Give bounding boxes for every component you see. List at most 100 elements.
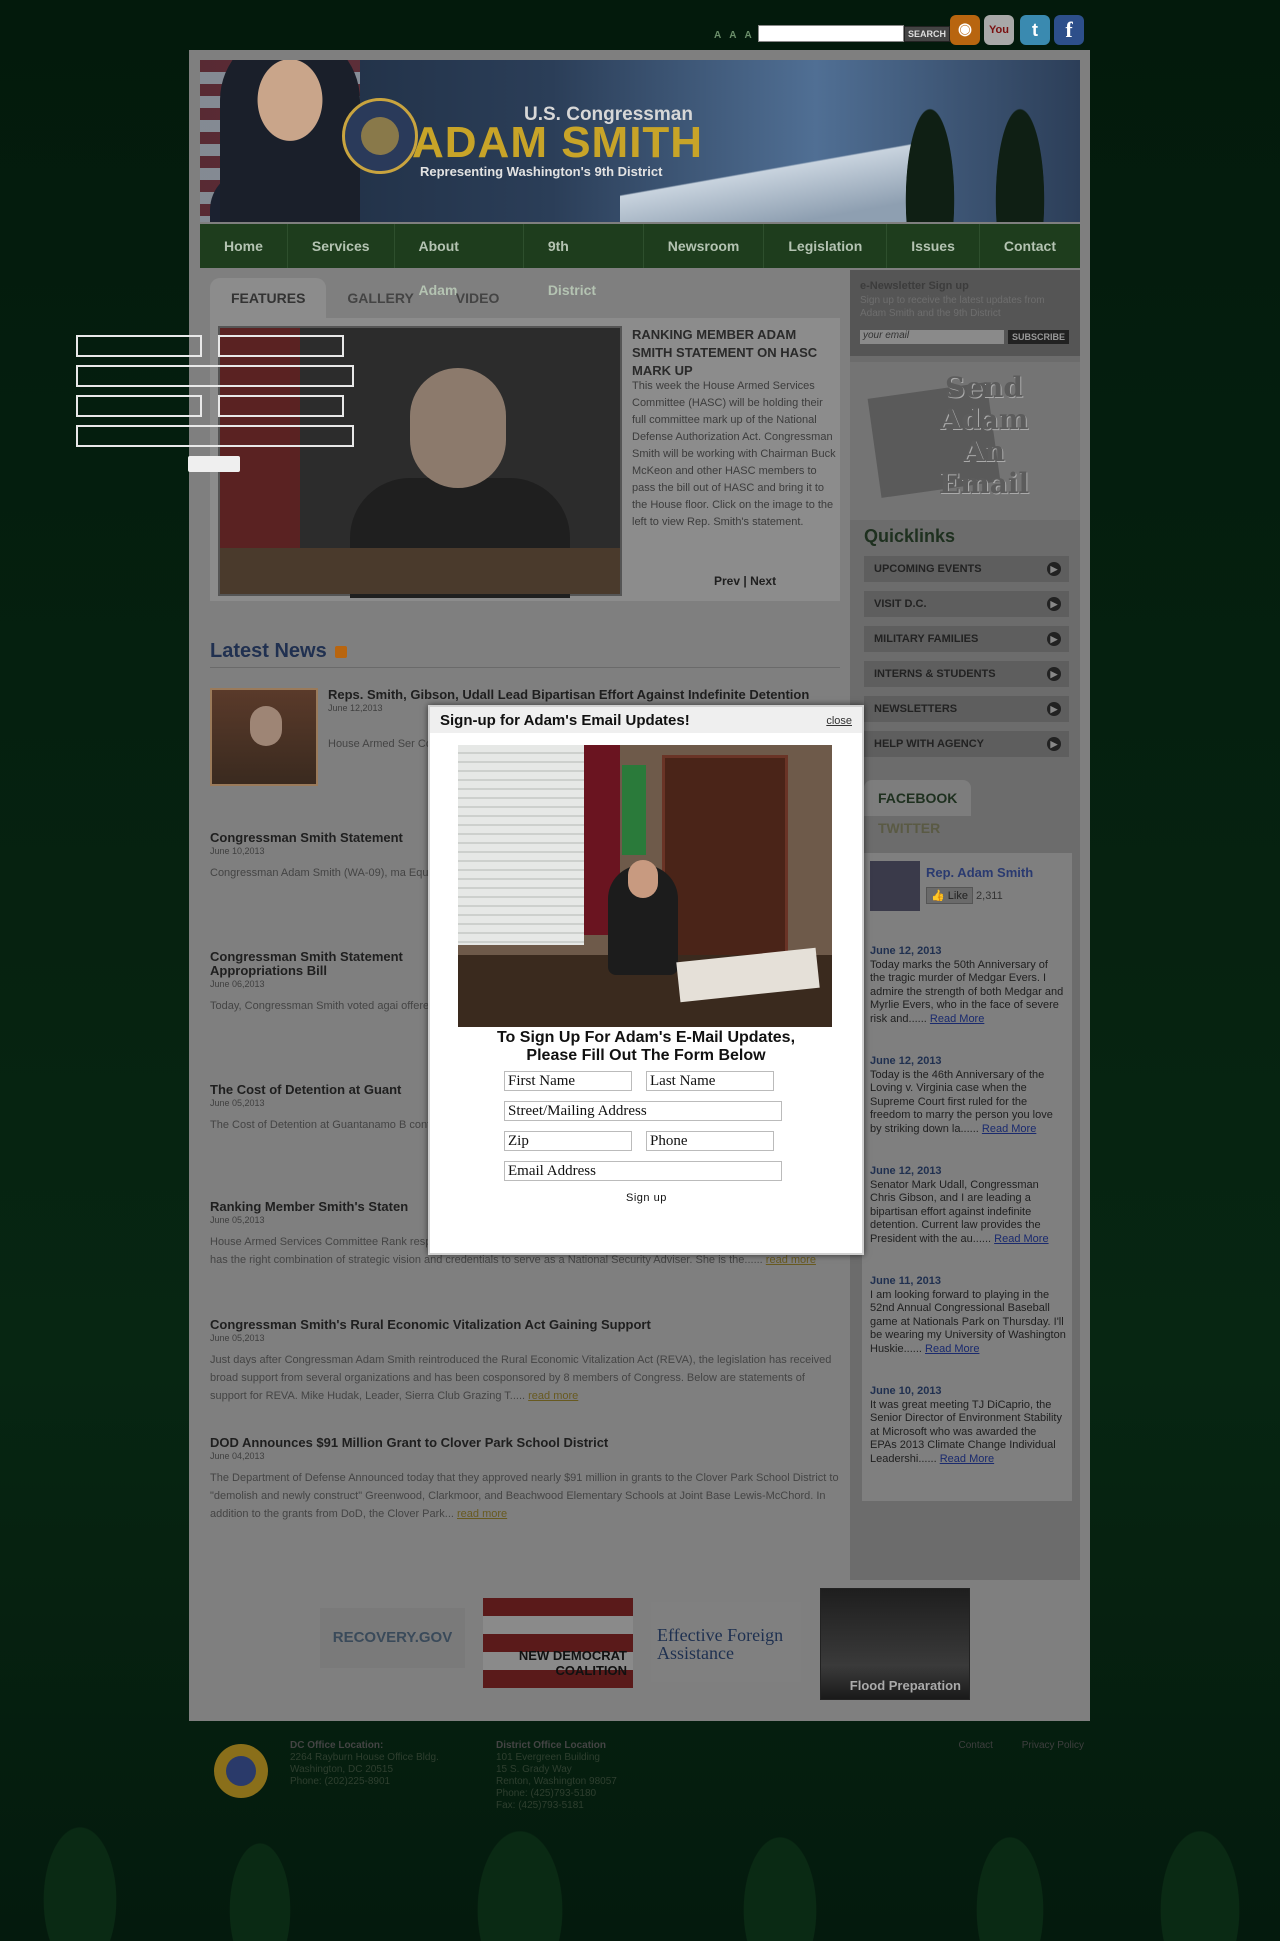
nav-about-adam[interactable]: About Adam: [395, 224, 524, 298]
feature-title[interactable]: RANKING MEMBER ADAM SMITH STATEMENT ON H…: [632, 326, 832, 380]
newsletter-email-input[interactable]: your email: [860, 330, 1004, 344]
office-photo: [458, 745, 832, 1027]
utility-bar: A A A SEARCH ◉ You t f: [714, 14, 1090, 46]
nav-issues[interactable]: Issues: [887, 224, 980, 268]
sidebar: e-Newsletter Sign up Sign up to receive …: [850, 270, 1080, 1580]
rss-icon[interactable]: [334, 645, 347, 658]
feature-tabs: FEATURES GALLERY VIDEO: [210, 278, 840, 318]
washington-seal-icon: [214, 1744, 268, 1798]
feature-next-link[interactable]: Next: [750, 574, 776, 588]
effective-foreign-assistance-logo[interactable]: Effective Foreign Assistance: [651, 1602, 801, 1682]
facebook-icon[interactable]: f: [1054, 15, 1084, 45]
phone-field[interactable]: Phone: [646, 1131, 774, 1151]
feature-prev-link[interactable]: Prev: [714, 574, 740, 588]
read-more-link[interactable]: Read More: [994, 1233, 1048, 1245]
search-button[interactable]: SEARCH: [904, 26, 951, 42]
ghost-field-outline: [76, 395, 202, 417]
email-field[interactable]: Email Address: [504, 1161, 782, 1181]
tab-twitter[interactable]: TWITTER: [864, 820, 954, 836]
footer: DC Office Location: 2264 Rayburn House O…: [214, 1740, 1084, 1830]
quicklink-upcoming-events[interactable]: UPCOMING EVENTS ▶: [864, 556, 1069, 582]
first-name-field[interactable]: First Name: [504, 1071, 632, 1091]
flood-preparation-banner[interactable]: Flood Preparation: [820, 1588, 970, 1700]
ghost-field-outline: [76, 335, 202, 357]
like-button[interactable]: 👍 Like: [926, 887, 973, 904]
pager-separator: |: [743, 574, 747, 588]
modal-title: Sign-up for Adam's Email Updates!: [440, 712, 690, 729]
trees-decoration: [870, 60, 1080, 222]
rss-icon[interactable]: ◉: [950, 15, 980, 45]
news-title[interactable]: DOD Announces $91 Million Grant to Clove…: [210, 1436, 840, 1450]
new-democrat-coalition-logo[interactable]: NEW DEMOCRAT COALITION: [483, 1598, 633, 1688]
ghost-field-outline: [76, 365, 354, 387]
news-thumbnail[interactable]: [210, 688, 318, 786]
ghost-field-outline: [218, 335, 344, 357]
dc-office: DC Office Location: 2264 Rayburn House O…: [290, 1740, 439, 1787]
nav-home[interactable]: Home: [200, 224, 288, 268]
nav-legislation[interactable]: Legislation: [764, 224, 888, 268]
modal-close-link[interactable]: close: [826, 715, 852, 727]
avatar[interactable]: [870, 861, 920, 911]
nav-9th-district[interactable]: 9th District: [524, 224, 644, 298]
nav-newsroom[interactable]: Newsroom: [644, 224, 765, 268]
read-more-link[interactable]: read more: [528, 1390, 578, 1402]
quicklink-help-with-agency[interactable]: HELP WITH AGENCY ▶: [864, 731, 1069, 757]
twitter-icon[interactable]: t: [1020, 15, 1050, 45]
tab-video[interactable]: VIDEO: [435, 278, 521, 318]
arrow-right-icon: ▶: [1047, 702, 1061, 716]
post-date: June 12, 2013: [870, 1165, 942, 1177]
zip-field[interactable]: Zip: [504, 1131, 632, 1151]
read-more-link[interactable]: Read More: [930, 1013, 984, 1025]
read-more-link[interactable]: read more: [457, 1508, 507, 1520]
quicklink-interns-students[interactable]: INTERNS & STUDENTS ▶: [864, 661, 1069, 687]
send-email-banner[interactable]: Send Adam An Email: [850, 362, 1080, 520]
partner-logos: RECOVERY.GOV NEW DEMOCRAT COALITION Effe…: [320, 1588, 970, 1700]
last-name-field[interactable]: Last Name: [646, 1071, 774, 1091]
street-address-field[interactable]: Street/Mailing Address: [504, 1101, 782, 1121]
news-title[interactable]: Reps. Smith, Gibson, Udall Lead Bipartis…: [328, 688, 840, 702]
tab-gallery[interactable]: GALLERY: [326, 278, 434, 318]
nav-services[interactable]: Services: [288, 224, 395, 268]
news-date: June 05,2013: [210, 1333, 265, 1343]
latest-news-heading: Latest News: [210, 640, 840, 668]
read-more-link[interactable]: Read More: [925, 1343, 979, 1355]
youtube-icon[interactable]: You: [984, 15, 1014, 45]
news-title[interactable]: Congressman Smith's Rural Economic Vital…: [210, 1318, 840, 1332]
facebook-post: June 12, 2013 Senator Mark Udall, Congre…: [870, 1165, 1066, 1246]
quicklinks-heading: Quicklinks: [864, 526, 956, 546]
arrow-right-icon: ▶: [1047, 737, 1061, 751]
post-date: June 10, 2013: [870, 1385, 942, 1397]
newsletter-title: e-Newsletter Sign up: [860, 280, 969, 292]
facebook-post: June 12, 2013 Today is the 46th Annivers…: [870, 1055, 1066, 1136]
recovery-gov-logo[interactable]: RECOVERY.GOV: [320, 1608, 465, 1668]
facebook-page-name[interactable]: Rep. Adam Smith: [926, 865, 1033, 880]
quicklink-visit-dc[interactable]: VISIT D.C. ▶: [864, 591, 1069, 617]
tab-facebook[interactable]: FACEBOOK: [864, 780, 972, 816]
congressman-portrait: [220, 60, 360, 222]
read-more-link[interactable]: Read More: [940, 1453, 994, 1465]
quicklink-newsletters[interactable]: NEWSLETTERS ▶: [864, 696, 1069, 722]
news-date: June 04,2013: [210, 1451, 265, 1461]
post-date: June 11, 2013: [870, 1275, 941, 1287]
subscribe-button[interactable]: SUBSCRIBE: [1008, 330, 1070, 344]
quicklink-military-families[interactable]: MILITARY FAMILIES ▶: [864, 626, 1069, 652]
read-more-link[interactable]: Read More: [982, 1123, 1036, 1135]
facebook-post: June 10, 2013 It was great meeting TJ Di…: [870, 1385, 1066, 1466]
feature-panel: RANKING MEMBER ADAM SMITH STATEMENT ON H…: [210, 318, 840, 601]
news-excerpt: Just days after Congressman Adam Smith r…: [210, 1354, 832, 1402]
read-more-link[interactable]: read more: [766, 1254, 816, 1266]
footer-privacy-link[interactable]: Privacy Policy: [1022, 1740, 1084, 1751]
font-size-controls[interactable]: A A A: [714, 30, 755, 41]
header-banner[interactable]: U.S. Congressman ADAM SMITH Representing…: [200, 60, 1080, 222]
tab-features[interactable]: FEATURES: [210, 278, 327, 318]
search-input[interactable]: [758, 25, 904, 42]
facebook-like: 👍 Like 2,311: [926, 887, 1003, 904]
arrow-right-icon: ▶: [1047, 632, 1061, 646]
arrow-right-icon: ▶: [1047, 667, 1061, 681]
send-email-text: Send Adam An Email: [938, 371, 1030, 500]
nav-contact[interactable]: Contact: [980, 224, 1080, 268]
signup-submit-button[interactable]: Sign up: [626, 1192, 667, 1204]
news-title[interactable]: Congressman Smith Statement Appropriatio…: [210, 950, 430, 978]
footer-contact-link[interactable]: Contact: [959, 1740, 993, 1751]
modal-header: Sign-up for Adam's Email Updates! close: [430, 707, 862, 733]
